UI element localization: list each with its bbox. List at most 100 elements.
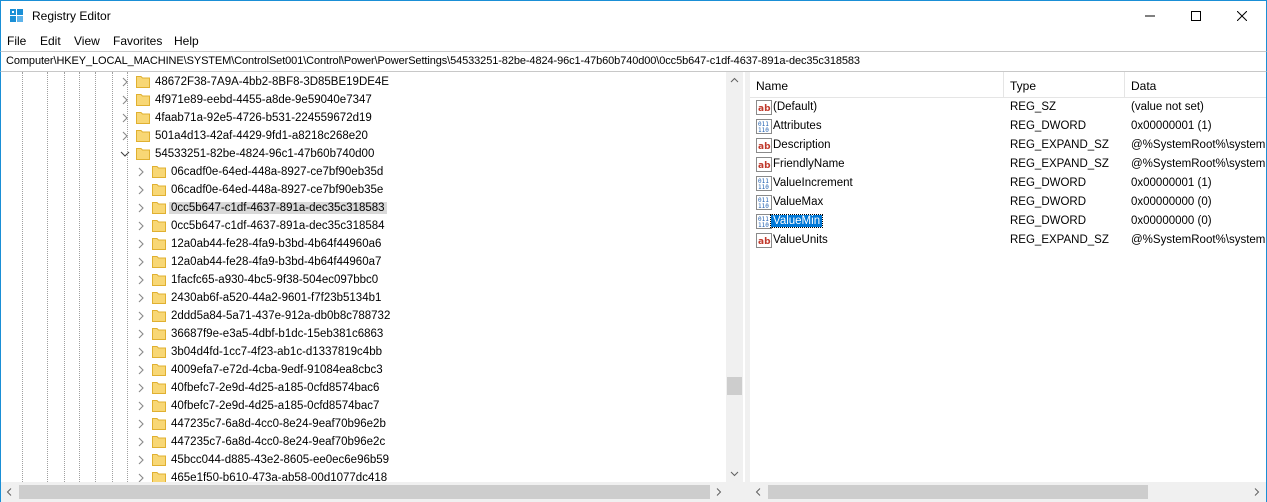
tree-row[interactable]: 40fbefc7-2e9d-4d25-a185-0cfd8574bac6 bbox=[1, 379, 727, 397]
value-row[interactable]: ab (Default) REG_SZ (value not set) bbox=[750, 98, 1266, 117]
tree-horizontal-scrollbar[interactable] bbox=[0, 482, 726, 502]
scroll-down-button[interactable] bbox=[726, 465, 743, 482]
scroll-right-button[interactable] bbox=[710, 484, 727, 500]
maximize-button[interactable] bbox=[1173, 1, 1219, 31]
value-row[interactable]: ab Description REG_EXPAND_SZ @%SystemRoot%\… bbox=[750, 136, 1266, 155]
folder-icon bbox=[152, 418, 166, 430]
chevron-right-icon[interactable] bbox=[119, 130, 131, 142]
minimize-button[interactable] bbox=[1127, 1, 1173, 31]
chevron-right-icon[interactable] bbox=[135, 292, 147, 304]
tree-row[interactable]: 36687f9e-e3a5-4dbf-b1dc-15eb381c6863 bbox=[1, 325, 727, 343]
close-button[interactable] bbox=[1219, 1, 1265, 31]
tree-row[interactable]: 40fbefc7-2e9d-4d25-a185-0cfd8574bac7 bbox=[1, 397, 727, 415]
tree-row[interactable]: 48672F38-7A9A-4bb2-8BF8-3D85BE19DE4E bbox=[1, 73, 727, 91]
column-header-data[interactable]: Data bbox=[1125, 72, 1266, 98]
tree-row[interactable]: 54533251-82be-4824-96c1-47b60b740d00 bbox=[1, 145, 727, 163]
chevron-right-icon[interactable] bbox=[135, 364, 147, 376]
chevron-right-icon[interactable] bbox=[135, 400, 147, 412]
menu-view[interactable]: View bbox=[74, 34, 100, 48]
chevron-right-icon[interactable] bbox=[135, 328, 147, 340]
chevron-right-icon[interactable] bbox=[119, 112, 131, 124]
scroll-right-button[interactable] bbox=[1248, 484, 1265, 500]
tree-row[interactable]: 1facfc65-a930-4bc5-9f38-504ec097bbc0 bbox=[1, 271, 727, 289]
chevron-right-icon[interactable] bbox=[135, 472, 147, 482]
menu-edit[interactable]: Edit bbox=[40, 34, 61, 48]
folder-icon bbox=[152, 382, 166, 394]
string-value-icon: ab bbox=[756, 138, 772, 153]
tree-row[interactable]: 06cadf0e-64ed-448a-8927-ce7bf90eb35d bbox=[1, 163, 727, 181]
tree-row[interactable]: 3b04d4fd-1cc7-4f23-ab1c-d1337819c4bb bbox=[1, 343, 727, 361]
tree-row[interactable]: 465e1f50-b610-473a-ab58-00d1077dc418 bbox=[1, 469, 727, 482]
column-header-name[interactable]: Name bbox=[750, 72, 1004, 98]
tree-row[interactable]: 06cadf0e-64ed-448a-8927-ce7bf90eb35e bbox=[1, 181, 727, 199]
chevron-right-icon[interactable] bbox=[135, 238, 147, 250]
value-type: REG_EXPAND_SZ bbox=[1010, 158, 1109, 170]
scroll-thumb[interactable] bbox=[727, 377, 742, 395]
tree-row[interactable]: 12a0ab44-fe28-4fa9-b3bd-4b64f44960a7 bbox=[1, 253, 727, 271]
chevron-right-icon[interactable] bbox=[135, 346, 147, 358]
value-type: REG_SZ bbox=[1010, 101, 1057, 113]
tree-row-label: 06cadf0e-64ed-448a-8927-ce7bf90eb35e bbox=[171, 184, 384, 196]
chevron-right-icon[interactable] bbox=[135, 310, 147, 322]
value-row[interactable]: 011 110 Attributes REG_DWORD 0x00000001 (1) bbox=[750, 117, 1266, 136]
chevron-right-icon[interactable] bbox=[135, 256, 147, 268]
scroll-left-button[interactable] bbox=[750, 484, 767, 500]
svg-text:ab: ab bbox=[758, 142, 771, 152]
chevron-right-icon[interactable] bbox=[135, 436, 147, 448]
column-header-label: Type bbox=[1010, 79, 1037, 93]
folder-icon bbox=[136, 76, 150, 88]
folder-icon bbox=[152, 184, 166, 196]
menu-favorites[interactable]: Favorites bbox=[113, 34, 162, 48]
tree-row[interactable]: 4009efa7-e72d-4cba-9edf-91084ea8cbc3 bbox=[1, 361, 727, 379]
chevron-right-icon[interactable] bbox=[119, 94, 131, 106]
scroll-up-button[interactable] bbox=[726, 72, 743, 89]
tree-row[interactable]: 447235c7-6a8d-4cc0-8e24-9eaf70b96e2b bbox=[1, 415, 727, 433]
menu-file[interactable]: File bbox=[7, 34, 26, 48]
list-horizontal-scrollbar[interactable] bbox=[750, 482, 1267, 502]
tree-row-label: 2430ab6f-a520-44a2-9601-f7f23b5134b1 bbox=[171, 292, 382, 304]
folder-icon bbox=[152, 256, 166, 268]
scroll-left-button[interactable] bbox=[1, 484, 18, 500]
chevron-right-icon[interactable] bbox=[135, 382, 147, 394]
value-row[interactable]: ab ValueUnits REG_EXPAND_SZ @%SystemRoot%\s… bbox=[750, 231, 1266, 250]
value-name: FriendlyName bbox=[773, 158, 845, 170]
value-row[interactable]: 011 110 ValueIncrement REG_DWORD 0x00000001 … bbox=[750, 174, 1266, 193]
tree-row[interactable]: 2430ab6f-a520-44a2-9601-f7f23b5134b1 bbox=[1, 289, 727, 307]
chevron-right-icon[interactable] bbox=[135, 418, 147, 430]
chevron-right-icon[interactable] bbox=[119, 76, 131, 88]
address-bar[interactable]: Computer\HKEY_LOCAL_MACHINE\SYSTEM\Contr… bbox=[0, 51, 1267, 72]
menu-help[interactable]: Help bbox=[174, 34, 199, 48]
chevron-right-icon[interactable] bbox=[135, 202, 147, 214]
value-row[interactable]: 011 110 ValueMax REG_DWORD 0x00000000 (0) bbox=[750, 193, 1266, 212]
tree-row[interactable]: 447235c7-6a8d-4cc0-8e24-9eaf70b96e2c bbox=[1, 433, 727, 451]
chevron-right-icon[interactable] bbox=[135, 184, 147, 196]
chevron-right-icon[interactable] bbox=[135, 274, 147, 286]
scroll-thumb[interactable] bbox=[19, 485, 710, 499]
tree-row[interactable]: 12a0ab44-fe28-4fa9-b3bd-4b64f44960a6 bbox=[1, 235, 727, 253]
values-list-pane[interactable]: Name Type Data ab (Default) REG_SZ (value n… bbox=[750, 72, 1267, 482]
tree-row-label: 465e1f50-b610-473a-ab58-00d1077dc418 bbox=[171, 472, 388, 482]
tree-row[interactable]: 4faab71a-92e5-4726-b531-224559672d19 bbox=[1, 109, 727, 127]
chevron-right-icon[interactable] bbox=[135, 220, 147, 232]
tree-row[interactable]: 0cc5b647-c1df-4637-891a-dec35c318584 bbox=[1, 217, 727, 235]
tree-row-label: 501a4d13-42af-4429-9fd1-a8218c268e20 bbox=[155, 130, 368, 142]
value-name: ValueIncrement bbox=[773, 177, 853, 189]
tree-vertical-scrollbar[interactable] bbox=[726, 72, 743, 482]
value-row[interactable]: ab FriendlyName REG_EXPAND_SZ @%SystemRoot%… bbox=[750, 155, 1266, 174]
chevron-right-icon[interactable] bbox=[135, 454, 147, 466]
tree-row[interactable]: 0cc5b647-c1df-4637-891a-dec35c318583 bbox=[1, 199, 727, 217]
folder-icon bbox=[152, 454, 166, 466]
tree-row[interactable]: 2ddd5a84-5a71-437e-912a-db0b8c788732 bbox=[1, 307, 727, 325]
key-tree-pane[interactable]: 48672F38-7A9A-4bb2-8BF8-3D85BE19DE4E 4f97… bbox=[0, 72, 745, 482]
value-row[interactable]: 011 110 ValueMin REG_DWORD 0x00000000 (0) bbox=[750, 212, 1266, 231]
tree-row[interactable]: 45bcc044-d885-43e2-8605-ee0ec6e96b59 bbox=[1, 451, 727, 469]
tree-row[interactable]: 501a4d13-42af-4429-9fd1-a8218c268e20 bbox=[1, 127, 727, 145]
folder-icon bbox=[152, 310, 166, 322]
column-header-type[interactable]: Type bbox=[1004, 72, 1125, 98]
chevron-down-icon[interactable] bbox=[119, 148, 131, 160]
chevron-right-icon[interactable] bbox=[135, 166, 147, 178]
tree-row[interactable]: 4f971e89-eebd-4455-a8de-9e59040e7347 bbox=[1, 91, 727, 109]
tree-row-label: 0cc5b647-c1df-4637-891a-dec35c318583 bbox=[169, 202, 387, 214]
scroll-thumb[interactable] bbox=[768, 485, 1148, 499]
value-type: REG_EXPAND_SZ bbox=[1010, 234, 1109, 246]
